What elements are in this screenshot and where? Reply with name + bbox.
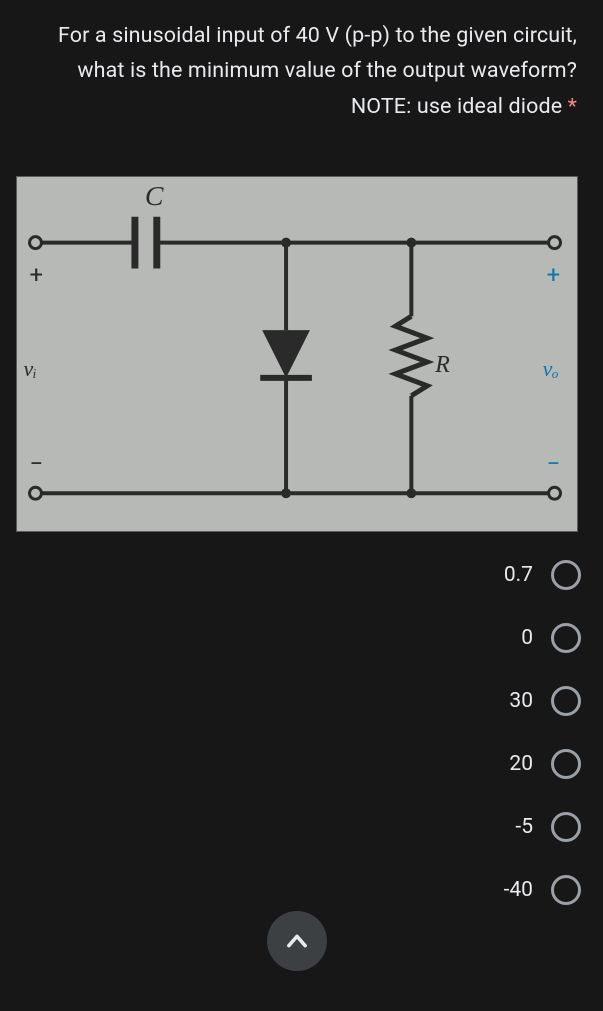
option-label: -5 [515,815,533,839]
scroll-top-button[interactable] [267,911,327,971]
figure-container: C R + + vᵢ vₒ − − [0,176,603,532]
required-marker: * [568,94,577,119]
option-label: 30 [509,689,533,713]
radio-icon[interactable] [551,875,581,905]
option-row[interactable]: 0 [521,623,581,653]
option-label: 20 [509,752,533,776]
radio-icon[interactable] [551,812,581,842]
option-row[interactable]: -5 [515,812,581,842]
radio-icon[interactable] [551,686,581,716]
question-text: For a sinusoidal input of 40 V (p-p) to … [0,0,603,140]
option-row[interactable]: -40 [504,875,581,905]
label-vout: vₒ [543,357,559,381]
chevron-up-icon [283,927,311,955]
option-label: -40 [504,878,533,902]
label-vin: vᵢ [24,357,37,381]
label-minus-left: − [30,450,44,478]
label-plus-right: + [547,261,561,289]
option-row[interactable]: 30 [509,686,581,716]
options-list: 0.7 0 30 20 -5 -40 [0,532,603,905]
radio-icon[interactable] [551,749,581,779]
radio-icon[interactable] [551,560,581,590]
option-row[interactable]: 0.7 [504,560,581,590]
label-plus-left: + [30,261,44,289]
circuit-svg: C R + + vᵢ vₒ − − [17,177,577,531]
label-minus-right: − [547,450,561,478]
option-row[interactable]: 20 [509,749,581,779]
option-label: 0.7 [504,563,533,587]
option-label: 0 [521,626,533,650]
question-body: For a sinusoidal input of 40 V (p-p) to … [58,23,577,119]
label-capacitor: C [145,181,164,212]
radio-icon[interactable] [551,623,581,653]
circuit-diagram: C R + + vᵢ vₒ − − [16,176,578,532]
label-resistor: R [434,352,450,378]
